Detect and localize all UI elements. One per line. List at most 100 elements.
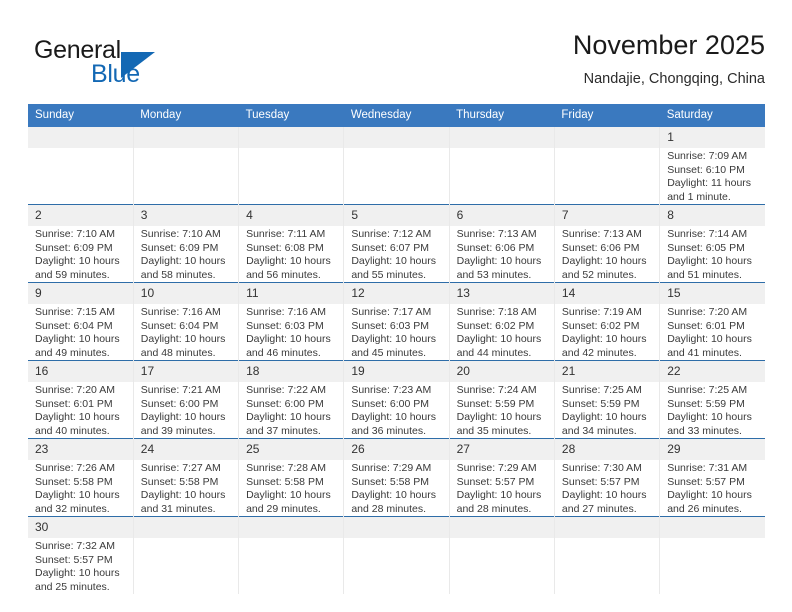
weekday-header-monday: Monday	[133, 104, 239, 127]
day-sunset-text: Sunset: 5:57 PM	[561, 475, 640, 488]
day-daylight-text: Daylight: 10 hours	[351, 489, 436, 501]
calendar-day-cell[interactable]: 19 Sunrise: 7:23 AM Sunset: 6:00 PM Dayligh…	[343, 360, 450, 439]
calendar-day-cell[interactable]: 12 Sunrise: 7:17 AM Sunset: 6:03 PM Dayligh…	[343, 282, 450, 361]
day-daylight-text: and 41 minutes.	[667, 346, 742, 359]
day-sun-info: Sunrise: 7:21 AM Sunset: 6:00 PM Daylight:…	[134, 382, 238, 438]
day-daylight-text: and 28 minutes.	[351, 502, 427, 515]
calendar-day-cell[interactable]: 18 Sunrise: 7:22 AM Sunset: 6:00 PM Dayligh…	[238, 360, 345, 439]
day-sun-info: Sunrise: 7:13 AM Sunset: 6:06 PM Daylight:…	[555, 226, 659, 282]
calendar-page: General Blue November 2025 Nandajie, Cho…	[0, 0, 792, 612]
day-number	[28, 127, 133, 148]
day-daylight-text: and 40 minutes.	[35, 424, 110, 437]
weekday-header-thursday: Thursday	[449, 104, 555, 127]
calendar-day-cell[interactable]: 28 Sunrise: 7:30 AM Sunset: 5:57 PM Dayligh…	[554, 438, 661, 517]
day-number: 27	[449, 439, 554, 460]
general-blue-logo[interactable]: General Blue	[34, 36, 254, 96]
day-sunset-text: Sunset: 6:07 PM	[351, 241, 429, 254]
day-number	[660, 517, 765, 538]
calendar-day-cell[interactable]: 23 Sunrise: 7:26 AM Sunset: 5:58 PM Dayligh…	[28, 438, 134, 517]
day-number: 12	[344, 283, 449, 304]
day-daylight-text: Daylight: 10 hours	[35, 567, 120, 579]
day-number: 3	[133, 205, 239, 226]
day-sunrise-text: Sunrise: 7:13 AM	[456, 228, 537, 240]
calendar-day-cell[interactable]: 4 Sunrise: 7:11 AM Sunset: 6:08 PM Daylight…	[238, 204, 345, 283]
day-number: 15	[660, 283, 765, 304]
day-sunrise-text: Sunrise: 7:16 AM	[246, 306, 327, 318]
day-number: 8	[660, 205, 765, 226]
day-sunrise-text: Sunrise: 7:20 AM	[35, 384, 115, 396]
calendar-day-cell[interactable]: 24 Sunrise: 7:27 AM Sunset: 5:58 PM Dayligh…	[133, 438, 240, 517]
calendar-day-cell[interactable]: 26 Sunrise: 7:29 AM Sunset: 5:58 PM Dayligh…	[343, 438, 450, 517]
day-sunset-text: Sunset: 6:01 PM	[35, 397, 113, 410]
day-sunrise-text: Sunrise: 7:12 AM	[351, 228, 432, 240]
day-sunset-text: Sunset: 5:58 PM	[246, 475, 324, 488]
calendar-cell-empty	[343, 516, 450, 594]
day-daylight-text: and 31 minutes.	[140, 502, 216, 515]
day-sunset-text: Sunset: 5:57 PM	[456, 475, 535, 488]
day-sun-info: Sunrise: 7:29 AM Sunset: 5:58 PM Daylight:…	[344, 460, 448, 516]
day-daylight-text: and 34 minutes.	[561, 424, 637, 437]
calendar-day-cell[interactable]: 30 Sunrise: 7:32 AM Sunset: 5:57 PM Dayligh…	[28, 516, 134, 594]
day-daylight-text: Daylight: 10 hours	[561, 411, 647, 423]
day-daylight-text: and 36 minutes.	[351, 424, 427, 437]
day-sunset-text: Sunset: 5:59 PM	[456, 397, 535, 410]
calendar-day-cell[interactable]: 14 Sunrise: 7:19 AM Sunset: 6:02 PM Dayligh…	[554, 282, 661, 361]
title-block: November 2025 Nandajie, Chongqing, China	[573, 28, 765, 90]
day-sunrise-text: Sunrise: 7:23 AM	[351, 384, 432, 396]
calendar-day-cell[interactable]: 21 Sunrise: 7:25 AM Sunset: 5:59 PM Dayligh…	[554, 360, 661, 439]
day-sun-info: Sunrise: 7:31 AM Sunset: 5:57 PM Daylight:…	[660, 460, 765, 516]
day-sun-info: Sunrise: 7:13 AM Sunset: 6:06 PM Daylight:…	[450, 226, 554, 282]
calendar-day-cell[interactable]: 5 Sunrise: 7:12 AM Sunset: 6:07 PM Daylight…	[343, 204, 450, 283]
calendar-day-cell[interactable]: 7 Sunrise: 7:13 AM Sunset: 6:06 PM Daylight…	[554, 204, 661, 283]
calendar-day-cell[interactable]: 16 Sunrise: 7:20 AM Sunset: 6:01 PM Dayligh…	[28, 360, 134, 439]
calendar-day-cell[interactable]: 22 Sunrise: 7:25 AM Sunset: 5:59 PM Dayligh…	[659, 360, 765, 439]
calendar-cell-empty	[554, 516, 661, 594]
day-sun-info: Sunrise: 7:26 AM Sunset: 5:58 PM Daylight:…	[28, 460, 133, 516]
calendar-day-cell[interactable]: 9 Sunrise: 7:15 AM Sunset: 6:04 PM Daylight…	[28, 282, 134, 361]
day-number: 24	[133, 439, 239, 460]
weekday-header-tuesday: Tuesday	[238, 104, 344, 127]
calendar-day-cell[interactable]: 11 Sunrise: 7:16 AM Sunset: 6:03 PM Dayligh…	[238, 282, 345, 361]
calendar-cell-empty	[659, 516, 765, 594]
day-number: 18	[239, 361, 344, 382]
day-number: 14	[554, 283, 660, 304]
day-sunset-text: Sunset: 5:59 PM	[561, 397, 640, 410]
calendar-day-cell[interactable]: 1 Sunrise: 7:09 AM Sunset: 6:10 PM Daylight…	[659, 127, 765, 205]
day-daylight-text: and 32 minutes.	[35, 502, 110, 515]
calendar-day-cell[interactable]: 15 Sunrise: 7:20 AM Sunset: 6:01 PM Dayligh…	[659, 282, 765, 361]
calendar-cell-empty	[449, 516, 555, 594]
day-sun-info: Sunrise: 7:20 AM Sunset: 6:01 PM Daylight:…	[660, 304, 765, 360]
day-sun-info: Sunrise: 7:09 AM Sunset: 6:10 PM Daylight:…	[660, 148, 765, 204]
calendar-day-cell[interactable]: 27 Sunrise: 7:29 AM Sunset: 5:57 PM Dayligh…	[449, 438, 555, 517]
day-daylight-text: and 48 minutes.	[140, 346, 216, 359]
calendar-day-cell[interactable]: 20 Sunrise: 7:24 AM Sunset: 5:59 PM Dayligh…	[449, 360, 555, 439]
day-sunset-text: Sunset: 5:59 PM	[667, 397, 745, 410]
calendar-day-cell[interactable]: 8 Sunrise: 7:14 AM Sunset: 6:05 PM Daylight…	[659, 204, 765, 283]
day-sunrise-text: Sunrise: 7:28 AM	[246, 462, 327, 474]
calendar-day-cell[interactable]: 29 Sunrise: 7:31 AM Sunset: 5:57 PM Dayligh…	[659, 438, 765, 517]
day-daylight-text: and 42 minutes.	[561, 346, 637, 359]
calendar-day-cell[interactable]: 3 Sunrise: 7:10 AM Sunset: 6:09 PM Daylight…	[133, 204, 240, 283]
day-sunset-text: Sunset: 6:00 PM	[246, 397, 324, 410]
day-sun-info: Sunrise: 7:27 AM Sunset: 5:58 PM Daylight:…	[134, 460, 238, 516]
day-daylight-text: Daylight: 10 hours	[246, 411, 331, 423]
calendar-day-cell[interactable]: 2 Sunrise: 7:10 AM Sunset: 6:09 PM Daylight…	[28, 204, 134, 283]
day-daylight-text: Daylight: 10 hours	[246, 255, 331, 267]
day-number: 22	[660, 361, 765, 382]
calendar-day-cell[interactable]: 13 Sunrise: 7:18 AM Sunset: 6:02 PM Dayligh…	[449, 282, 555, 361]
calendar-day-cell[interactable]: 25 Sunrise: 7:28 AM Sunset: 5:58 PM Dayligh…	[238, 438, 345, 517]
calendar-week-row: 30 Sunrise: 7:32 AM Sunset: 5:57 PM Dayligh…	[28, 516, 765, 594]
page-header: General Blue November 2025 Nandajie, Cho…	[28, 28, 765, 100]
day-daylight-text: and 25 minutes.	[35, 580, 110, 593]
weekday-header-wednesday: Wednesday	[343, 104, 450, 127]
day-sun-info: Sunrise: 7:10 AM Sunset: 6:09 PM Daylight:…	[28, 226, 133, 282]
day-number: 10	[133, 283, 239, 304]
day-sun-info: Sunrise: 7:22 AM Sunset: 6:00 PM Daylight:…	[239, 382, 343, 438]
day-daylight-text: and 59 minutes.	[35, 268, 110, 281]
calendar-day-cell[interactable]: 10 Sunrise: 7:16 AM Sunset: 6:04 PM Dayligh…	[133, 282, 240, 361]
day-number: 7	[554, 205, 660, 226]
calendar-day-cell[interactable]: 6 Sunrise: 7:13 AM Sunset: 6:06 PM Daylight…	[449, 204, 555, 283]
day-sunrise-text: Sunrise: 7:20 AM	[667, 306, 748, 318]
calendar-day-cell[interactable]: 17 Sunrise: 7:21 AM Sunset: 6:00 PM Dayligh…	[133, 360, 240, 439]
day-sunrise-text: Sunrise: 7:09 AM	[667, 150, 748, 162]
